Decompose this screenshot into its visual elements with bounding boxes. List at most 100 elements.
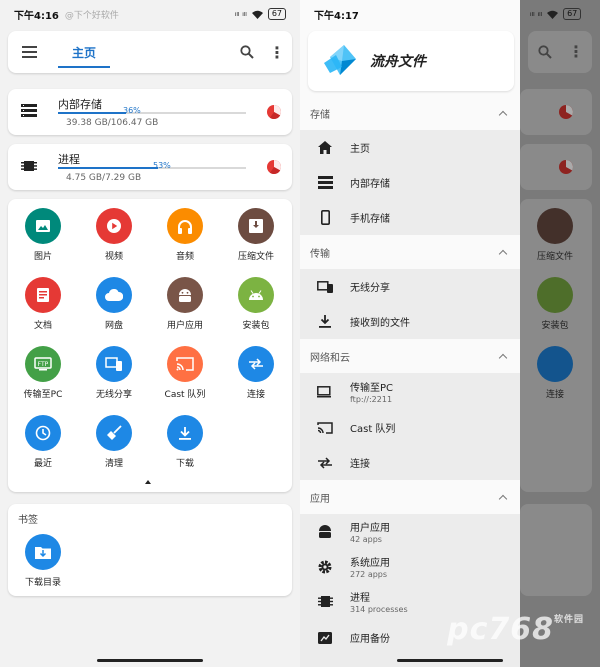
phone-icon — [300, 210, 350, 225]
signal-icon: ᵢₗₗ ᵢₗₗ — [530, 9, 543, 19]
wifi-icon — [547, 10, 559, 19]
grid-item-label: 图片 — [33, 252, 52, 262]
menu-icon[interactable] — [8, 31, 50, 73]
section-transfer-header[interactable]: 传输 — [300, 235, 520, 269]
swap-icon — [238, 346, 274, 382]
grid-item-transfer-pc[interactable]: FTP 传输至PC — [8, 346, 78, 400]
grid-item-cast-queue[interactable]: Cast 队列 — [150, 346, 220, 400]
signal-icon: ᵢₗₗ ᵢₗₗ — [234, 9, 247, 19]
home-indicator[interactable] — [397, 659, 503, 662]
process-card[interactable]: 进程 53% 4.75 GB/7.29 GB — [8, 144, 292, 190]
section-network-header[interactable]: 网络和云 — [300, 339, 520, 373]
section-storage-header[interactable]: 存储 — [300, 96, 520, 130]
drawer-item-phone-storage[interactable]: 手机存储 — [300, 200, 520, 235]
grid-item-apk[interactable]: 安装包 — [221, 277, 291, 331]
drawer-item-label: 主页 — [350, 144, 370, 155]
drawer-item-connect[interactable]: 连接 — [300, 445, 520, 480]
drawer-screen: ⋮ 压缩文件 安装包 连接 ᵢₗₗ ᵢₗₗ 67 下午4:17 流舟文件 存储 … — [300, 0, 600, 667]
ftp-icon: FTP — [25, 346, 61, 382]
grid-item-documents[interactable]: 文档 — [8, 277, 78, 331]
battery-icon: 67 — [563, 8, 582, 20]
tab-home[interactable]: 主页 — [58, 31, 110, 73]
storage-progress-bar — [58, 112, 246, 114]
collapse-icon[interactable] — [145, 480, 151, 484]
drawer-item-home[interactable]: 主页 — [300, 130, 520, 165]
more-options-icon[interactable]: ⋮ — [262, 31, 292, 73]
drawer-item-label: 手机存储 — [350, 214, 390, 225]
navigation-drawer: 下午4:17 流舟文件 存储 主页 内部存储 手机存储 传输 无线分享 接收到的… — [300, 0, 520, 667]
play-icon — [96, 208, 132, 244]
swap-icon — [537, 346, 573, 382]
drawer-item-cast-queue[interactable]: Cast 队列 — [300, 410, 520, 445]
folder-download-icon — [25, 534, 61, 570]
memory-icon — [300, 595, 350, 608]
search-icon[interactable] — [232, 31, 262, 73]
bookmark-download-folder[interactable]: 下载目录 — [8, 534, 78, 588]
android-icon — [537, 277, 573, 313]
internal-storage-card[interactable]: 内部存储 36% 39.38 GB/106.47 GB — [8, 89, 292, 135]
grid-item-audio[interactable]: 音频 — [150, 208, 220, 262]
app-name: 流舟文件 — [370, 54, 426, 70]
drawer-item-label: 接收到的文件 — [350, 318, 410, 329]
status-icons: ᵢₗₗ ᵢₗₗ 67 — [530, 0, 582, 28]
grid-item-images[interactable]: 图片 — [8, 208, 78, 262]
status-time: 下午4:16 — [14, 10, 59, 22]
section-title: 存储 — [310, 109, 330, 121]
drawer-item-subtitle: 42 apps — [350, 535, 382, 544]
grid-item-label: 清理 — [104, 459, 123, 469]
grid-item-label: 下载 — [175, 459, 194, 469]
memory-usage: 4.75 GB/7.29 GB — [66, 173, 142, 183]
grid-item-cloud[interactable]: 网盘 — [79, 277, 149, 331]
grid-item-label: 音频 — [175, 252, 194, 262]
section-apps-header[interactable]: 应用 — [300, 480, 520, 514]
drawer-item-received-files[interactable]: 接收到的文件 — [300, 304, 520, 339]
grid-item-connect[interactable]: 连接 — [221, 346, 291, 400]
android-icon — [300, 525, 350, 538]
status-bar: 下午4:16 @下个好软件 ᵢₗₗ ᵢₗₗ 67 — [0, 0, 300, 28]
dimmed-grid: 压缩文件 安装包 连接 — [520, 199, 592, 492]
svg-text:FTP: FTP — [38, 361, 49, 368]
grid-item-label: 网盘 — [104, 321, 123, 331]
drawer-item-label: 用户应用 — [350, 523, 390, 534]
devices-icon — [300, 280, 350, 293]
pie-chart-icon[interactable] — [266, 104, 282, 120]
home-screen: 下午4:16 @下个好软件 ᵢₗₗ ᵢₗₗ 67 主页 ⋮ 内部存储 36% 3… — [0, 0, 300, 667]
section-title: 网络和云 — [310, 352, 350, 364]
dimmed-process-card — [520, 144, 592, 190]
drawer-item-wireless-share[interactable]: 无线分享 — [300, 269, 520, 304]
drawer-item-transfer-pc[interactable]: 传输至PC ftp://:2211 — [300, 373, 520, 410]
grid-item-wireless-share[interactable]: 无线分享 — [79, 346, 149, 400]
dimmed-label: 压缩文件 — [536, 252, 573, 262]
battery-icon: 67 — [267, 8, 286, 20]
top-app-bar: 主页 ⋮ — [8, 31, 292, 73]
grid-item-label: 用户应用 — [166, 321, 203, 331]
chevron-up-icon — [498, 110, 508, 119]
dimmed-bookmarks — [520, 504, 592, 596]
grid-item-videos[interactable]: 视频 — [79, 208, 149, 262]
drawer-item-label: 应用备份 — [350, 634, 390, 645]
more-options-icon: ⋮ — [568, 42, 584, 61]
grid-item-label: 文档 — [33, 321, 52, 331]
drawer-item-system-apps[interactable]: 系统应用 272 apps — [300, 549, 520, 584]
memory-progress-bar — [58, 167, 246, 169]
pie-chart-icon[interactable] — [266, 159, 282, 175]
drawer-item-user-apps[interactable]: 用户应用 42 apps — [300, 514, 520, 549]
bookmark-label: 下载目录 — [24, 578, 61, 588]
drawer-item-subtitle: ftp://:2211 — [350, 395, 393, 404]
wifi-icon — [251, 10, 263, 19]
broom-icon — [96, 415, 132, 451]
grid-item-recent[interactable]: 最近 — [8, 415, 78, 469]
app-logo-icon — [324, 45, 356, 75]
archive-icon — [537, 208, 573, 244]
grid-item-user-apps[interactable]: 用户应用 — [150, 277, 220, 331]
home-indicator[interactable] — [97, 659, 203, 662]
grid-item-clean[interactable]: 清理 — [79, 415, 149, 469]
grid-item-archives[interactable]: 压缩文件 — [221, 208, 291, 262]
search-icon — [538, 45, 552, 59]
android-icon — [167, 277, 203, 313]
grid-item-download[interactable]: 下载 — [150, 415, 220, 469]
drawer-item-internal-storage[interactable]: 内部存储 — [300, 165, 520, 200]
section-title: 传输 — [310, 248, 330, 260]
dimmed-label: 安装包 — [541, 321, 569, 331]
memory-percent: 53% — [153, 161, 171, 170]
